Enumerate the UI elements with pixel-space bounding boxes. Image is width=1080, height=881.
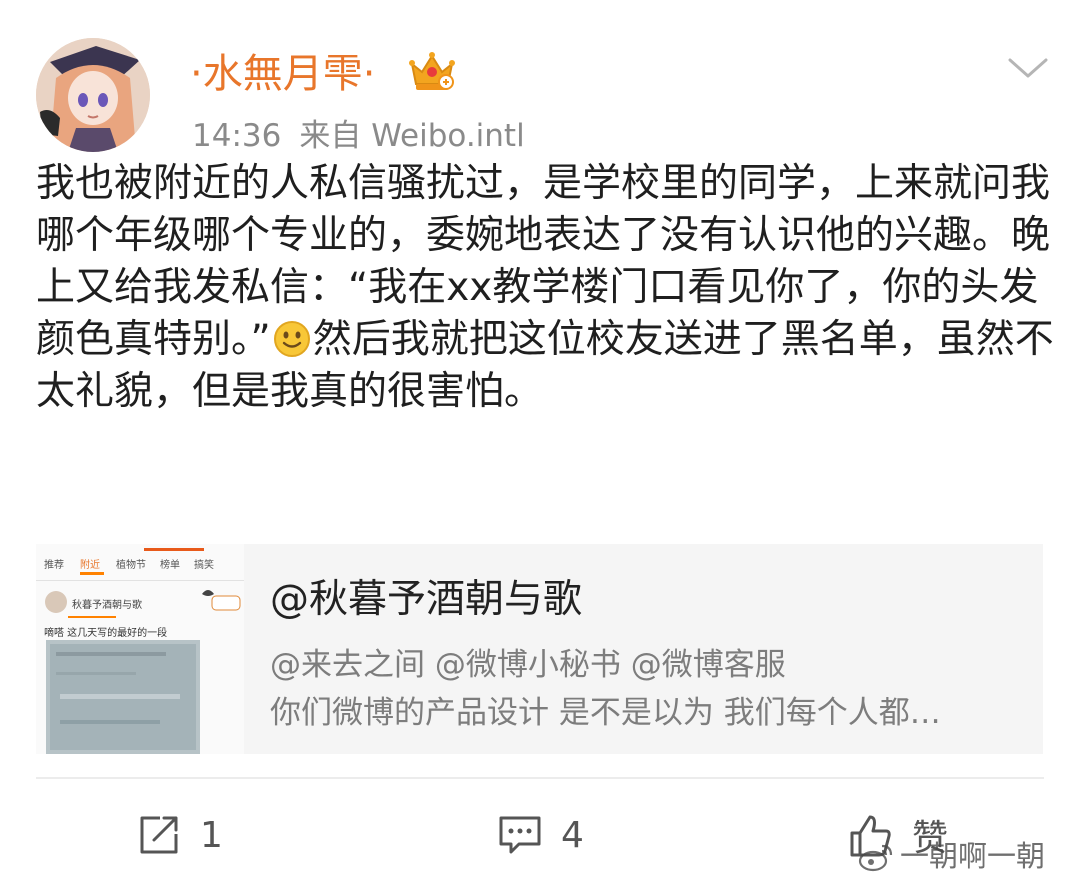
smile-emoji-icon — [273, 321, 310, 357]
linked-post-title: @秋暮予酒朝与歌 — [270, 577, 583, 622]
avatar-illustration — [36, 38, 150, 152]
thumbnail-text: 嘀嗒 这几天写的最好的一段 — [44, 628, 168, 639]
repost-count: 1 — [200, 814, 223, 856]
comment-icon — [499, 816, 541, 854]
thumbnail-tab: 搞笑 — [194, 560, 214, 571]
repost-button[interactable]: 1 — [136, 808, 223, 862]
thumbnail-tab: 推荐 — [44, 560, 64, 571]
thumbnail-tab: 植物节 — [116, 560, 146, 571]
post-text: 我也被附近的人私信骚扰过，是学校里的同学，上来就问我哪个年级哪个专业的，委婉地表… — [36, 158, 1056, 418]
thumbnail-tab: 附近 — [80, 560, 100, 571]
chevron-down-icon[interactable] — [1004, 52, 1052, 84]
thumbnail-username: 秋暮予酒朝与歌 — [72, 600, 142, 611]
post-meta: 14:36 来自 Weibo.intl — [192, 114, 525, 158]
weibo-logo-icon — [858, 844, 893, 872]
linked-post-card[interactable]: 推荐 附近 植物节 榜单 搞笑 秋暮予酒朝与歌 嘀嗒 这几天写的最好的一段 @秋… — [36, 544, 1043, 754]
avatar[interactable] — [36, 38, 150, 152]
thumbnail-tab: 榜单 — [160, 560, 180, 571]
repost-icon — [140, 816, 178, 854]
username[interactable]: ·水無月雫· — [190, 46, 375, 102]
watermark-text: 一朝啊一朝 — [900, 839, 1046, 873]
linked-post-excerpt: 你们微博的产品设计 是不是以为 我们每个人都… — [270, 695, 941, 731]
action-divider — [36, 777, 1044, 779]
linked-post-thumbnail: 推荐 附近 植物节 榜单 搞笑 秋暮予酒朝与歌 嘀嗒 这几天写的最好的一段 — [36, 544, 244, 754]
comment-count: 4 — [561, 814, 584, 856]
comment-button[interactable]: 4 — [497, 808, 584, 862]
thumbnail-tabs: 推荐 附近 植物节 榜单 搞笑 — [36, 556, 244, 571]
linked-post-mentions: @来去之间 @微博小秘书 @微博客服 — [270, 647, 786, 683]
thumbnail-graphic — [36, 544, 244, 754]
post-time: 14:36 — [192, 118, 282, 154]
watermark: 一朝啊一朝 — [858, 836, 1045, 876]
crown-icon — [409, 52, 455, 90]
post-source[interactable]: 来自 Weibo.intl — [299, 118, 524, 154]
